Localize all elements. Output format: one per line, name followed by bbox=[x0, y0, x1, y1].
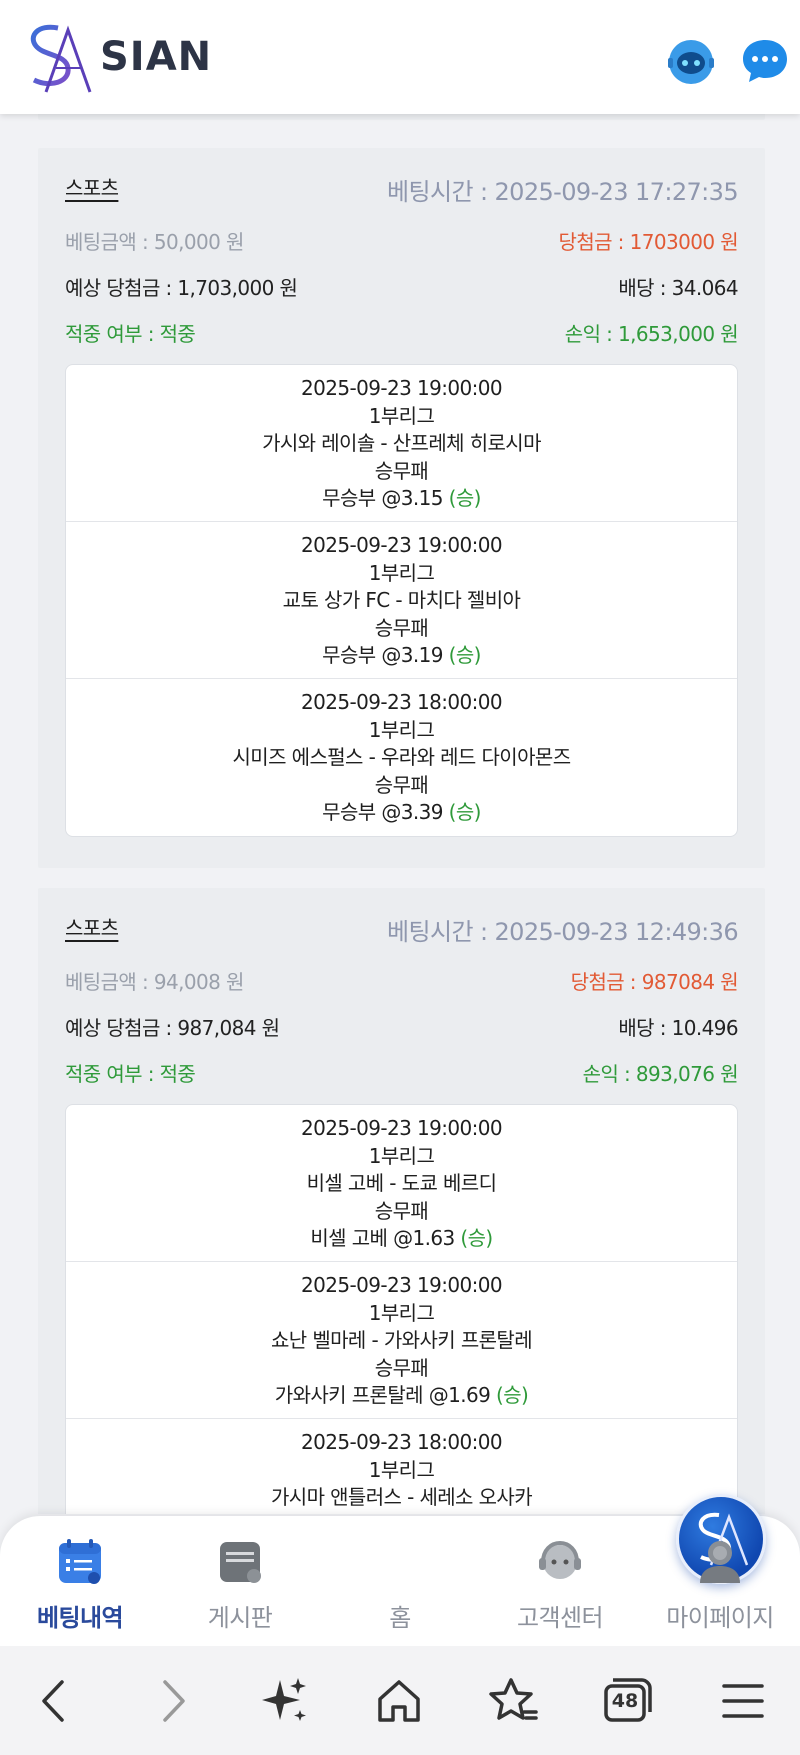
match-league: 1부리그 bbox=[368, 717, 435, 742]
match-item: 2025-09-23 18:00:00 1부리그 시미즈 에스펄스 - 우라와 … bbox=[66, 679, 737, 836]
nav-label: 마이페이지 bbox=[666, 1604, 774, 1632]
match-result: (승) bbox=[448, 486, 482, 510]
calendar-icon bbox=[59, 1539, 101, 1584]
match-market: 승무패 bbox=[374, 1198, 429, 1223]
match-pick-line: 무승부 @3.19 (승) bbox=[66, 642, 737, 670]
match-pick: 비셀 고베 @1.63 bbox=[310, 1226, 455, 1250]
nav-bet-history[interactable]: 베팅내역 bbox=[0, 1516, 160, 1646]
match-teams: 교토 상가 FC - 마치다 젤비아 bbox=[282, 588, 521, 612]
bet-category: 스포츠 bbox=[65, 916, 119, 940]
match-teams: 가시마 앤틀러스 - 세레소 오사카 bbox=[270, 1485, 533, 1509]
match-datetime: 2025-09-23 19:00:00 bbox=[300, 1116, 503, 1140]
bet-history-list[interactable]: 스포츠 베팅시간 : 2025-09-23 17:27:35 베팅금액 : 50… bbox=[0, 114, 800, 1514]
match-item: 2025-09-23 18:00:00 1부리그 가시마 앤틀러스 - 세레소 … bbox=[66, 1419, 737, 1514]
odds: 배당 : 10.496 bbox=[618, 1016, 738, 1040]
match-pick-line: 무승부 @3.39 (승) bbox=[66, 799, 737, 827]
match-teams: 비셀 고베 - 도쿄 베르디 bbox=[306, 1171, 497, 1195]
nav-label: 베팅내역 bbox=[37, 1604, 124, 1632]
user-icon bbox=[700, 1541, 740, 1583]
match-pick-line: 비셀 고베 @1.63 (승) bbox=[66, 1225, 737, 1253]
match-league: 1부리그 bbox=[368, 403, 435, 428]
match-datetime: 2025-09-23 19:00:00 bbox=[300, 1273, 503, 1297]
hit-status: 적중 여부 : 적중 bbox=[65, 322, 196, 346]
match-market: 승무패 bbox=[374, 772, 429, 797]
match-result: (승) bbox=[448, 800, 482, 824]
win-amount: 당첨금 : 1703000 원 bbox=[558, 230, 739, 254]
brand-name: SIAN bbox=[100, 34, 213, 80]
nav-home[interactable]: 홈 bbox=[320, 1494, 766, 1646]
tabs-icon[interactable]: 48 bbox=[600, 1674, 654, 1728]
nav-customer-center[interactable]: 고객센터 bbox=[480, 1516, 640, 1646]
match-datetime: 2025-09-23 19:00:00 bbox=[300, 376, 503, 400]
profit: 손익 : 893,076 원 bbox=[582, 1062, 739, 1086]
bet-time: 베팅시간 : 2025-09-23 12:49:36 bbox=[387, 918, 739, 946]
match-pick-line: 무승부 @3.15 (승) bbox=[66, 485, 737, 513]
sian-logo-icon[interactable] bbox=[24, 22, 96, 96]
match-league: 1부리그 bbox=[368, 1300, 435, 1325]
support-bot-icon[interactable] bbox=[666, 36, 716, 86]
match-market: 승무패 bbox=[374, 615, 429, 640]
odds: 배당 : 34.064 bbox=[618, 276, 738, 300]
bet-card: 스포츠 베팅시간 : 2025-09-23 12:49:36 베팅금액 : 94… bbox=[38, 888, 765, 1514]
match-item: 2025-09-23 19:00:00 1부리그 교토 상가 FC - 마치다 … bbox=[66, 522, 737, 679]
match-item: 2025-09-23 19:00:00 1부리그 비셀 고베 - 도쿄 베르디 … bbox=[66, 1105, 737, 1262]
home-icon[interactable] bbox=[372, 1674, 426, 1728]
previous-bet-card bbox=[38, 114, 765, 120]
headset-icon bbox=[539, 1540, 581, 1579]
sparkle-icon[interactable] bbox=[258, 1674, 312, 1728]
bet-time: 베팅시간 : 2025-09-23 17:27:35 bbox=[387, 178, 739, 206]
match-league: 1부리그 bbox=[368, 1143, 435, 1168]
nav-label: 게시판 bbox=[207, 1604, 273, 1632]
match-datetime: 2025-09-23 18:00:00 bbox=[300, 690, 503, 714]
back-icon[interactable] bbox=[28, 1674, 82, 1728]
hit-status: 적중 여부 : 적중 bbox=[65, 1062, 196, 1086]
match-market: 승무패 bbox=[374, 458, 429, 483]
bet-amount: 베팅금액 : 50,000 원 bbox=[65, 230, 244, 254]
expected-win: 예상 당첨금 : 987,084 원 bbox=[65, 1016, 280, 1040]
match-league: 1부리그 bbox=[368, 1457, 435, 1482]
match-result: (승) bbox=[460, 1226, 493, 1250]
nav-label: 고객센터 bbox=[517, 1604, 604, 1632]
match-teams: 가시와 레이솔 - 산프레체 히로시마 bbox=[262, 431, 541, 455]
match-datetime: 2025-09-23 19:00:00 bbox=[300, 533, 503, 557]
browser-toolbar: 48 bbox=[0, 1646, 800, 1755]
match-teams: 쇼난 벨마레 - 가와사키 프론탈레 bbox=[270, 1328, 533, 1352]
match-item: 2025-09-23 19:00:00 1부리그 가시와 레이솔 - 산프레체 … bbox=[66, 365, 737, 522]
nav-label: 홈 bbox=[389, 1604, 411, 1632]
bookmark-star-icon[interactable] bbox=[486, 1674, 540, 1728]
match-list: 2025-09-23 19:00:00 1부리그 가시와 레이솔 - 산프레체 … bbox=[65, 364, 738, 837]
bet-card: 스포츠 베팅시간 : 2025-09-23 17:27:35 베팅금액 : 50… bbox=[38, 148, 765, 868]
match-result: (승) bbox=[448, 643, 482, 667]
nav-my-page[interactable]: 마이페이지 bbox=[640, 1516, 800, 1646]
match-pick: 무승부 @3.19 bbox=[322, 643, 443, 667]
match-pick: 가와사키 프론탈레 @1.69 bbox=[274, 1383, 491, 1407]
match-pick: 무승부 @3.15 bbox=[322, 486, 443, 510]
match-league: 1부리그 bbox=[368, 560, 435, 585]
win-amount: 당첨금 : 987084 원 bbox=[570, 970, 739, 994]
app-header: SIAN bbox=[0, 0, 800, 114]
nav-board[interactable]: 게시판 bbox=[160, 1516, 320, 1646]
match-market: 승무패 bbox=[374, 1355, 429, 1380]
match-datetime: 2025-09-23 18:00:00 bbox=[300, 1430, 503, 1454]
bet-category: 스포츠 bbox=[65, 176, 119, 200]
match-pick: 무승부 @3.39 bbox=[322, 800, 443, 824]
profit: 손익 : 1,653,000 원 bbox=[564, 322, 739, 346]
bet-amount: 베팅금액 : 94,008 원 bbox=[65, 970, 244, 994]
chat-bubble-icon[interactable] bbox=[740, 36, 790, 86]
expected-win: 예상 당첨금 : 1,703,000 원 bbox=[65, 276, 298, 300]
bottom-nav: 베팅내역 게시판 홈 고객센터 마이페이지 bbox=[0, 1494, 800, 1646]
match-result: (승) bbox=[496, 1383, 529, 1407]
board-icon bbox=[220, 1542, 261, 1583]
match-list: 2025-09-23 19:00:00 1부리그 비셀 고베 - 도쿄 베르디 … bbox=[65, 1104, 738, 1514]
match-teams: 시미즈 에스펄스 - 우라와 레드 다이아몬즈 bbox=[232, 745, 571, 769]
menu-icon[interactable] bbox=[716, 1674, 770, 1728]
tab-count: 48 bbox=[611, 1690, 639, 1712]
forward-icon[interactable] bbox=[145, 1674, 199, 1728]
match-item: 2025-09-23 19:00:00 1부리그 쇼난 벨마레 - 가와사키 프… bbox=[66, 1262, 737, 1419]
match-pick-line: 가와사키 프론탈레 @1.69 (승) bbox=[66, 1382, 737, 1410]
